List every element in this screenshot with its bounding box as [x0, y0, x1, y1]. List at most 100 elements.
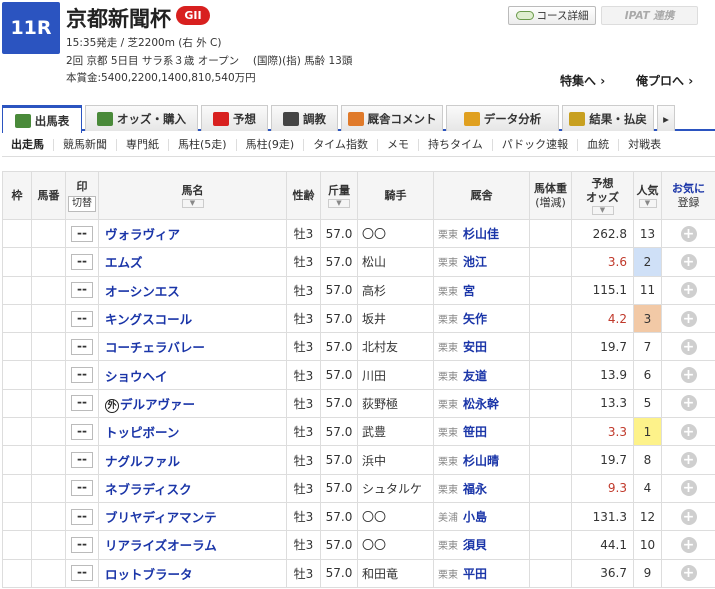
add-favorite-icon[interactable]: +	[680, 508, 697, 525]
mark-select[interactable]: --	[71, 310, 93, 327]
sort-dropdown-icon[interactable]: ▼	[591, 205, 614, 215]
sort-dropdown-icon[interactable]: ▼	[638, 198, 657, 208]
col-weight[interactable]: 斤量 ▼	[320, 171, 358, 220]
mark-select[interactable]: --	[71, 565, 93, 582]
add-favorite-icon[interactable]: +	[680, 423, 697, 440]
more-tabs-icon[interactable]: ▸	[657, 105, 675, 131]
trainer-name-link[interactable]: 須貝	[463, 538, 487, 552]
add-favorite-icon[interactable]: +	[680, 367, 697, 384]
mark-select[interactable]: --	[71, 452, 93, 469]
mark-select[interactable]: --	[71, 282, 93, 299]
trainer-name-link[interactable]: 杉山佳	[463, 227, 499, 241]
subtab-8[interactable]: パドック速報	[491, 138, 577, 151]
mark-select[interactable]: --	[71, 508, 93, 525]
tab-icon	[283, 111, 299, 126]
horse-name-link[interactable]: コーチェラバレー	[105, 340, 205, 355]
trainer-name-link[interactable]: 平田	[463, 567, 487, 581]
subtab-10[interactable]: 対戦表	[618, 138, 670, 151]
tab-1[interactable]: オッズ・購入	[85, 105, 198, 131]
jockey-cell[interactable]: 松山	[357, 247, 434, 277]
mark-select[interactable]: --	[71, 338, 93, 355]
ipat-button[interactable]: IPAT 連携	[601, 6, 698, 25]
popularity-cell: 1	[633, 417, 662, 447]
trainer-name-link[interactable]: 宮	[463, 284, 475, 298]
mark-select[interactable]: --	[71, 225, 93, 242]
add-favorite-icon[interactable]: +	[680, 310, 697, 327]
subtab-3[interactable]: 馬柱(5走)	[168, 138, 236, 151]
subtab-5[interactable]: タイム指数	[303, 138, 377, 151]
trainer-name-link[interactable]: 杉山晴	[463, 454, 499, 468]
add-favorite-icon[interactable]: +	[680, 452, 697, 469]
trainer-name-link[interactable]: 福永	[463, 482, 487, 496]
horse-name-link[interactable]: リアライズオーラム	[105, 538, 217, 553]
add-favorite-icon[interactable]: +	[680, 253, 697, 270]
trainer-name-link[interactable]: 安田	[463, 340, 487, 354]
mark-select[interactable]: --	[71, 395, 93, 412]
jockey-cell[interactable]: シュタルケ	[357, 473, 434, 503]
horse-name-link[interactable]: デルアヴァー	[120, 397, 195, 412]
tab-5[interactable]: データ分析	[446, 105, 559, 131]
jockey-cell[interactable]: 〇〇	[357, 218, 434, 249]
mark-select[interactable]: --	[71, 367, 93, 384]
tab-4[interactable]: 厩舎コメント	[341, 105, 443, 131]
trainer-name-link[interactable]: 笹田	[463, 425, 487, 439]
ore-pro-link[interactable]: 俺プロへ ›	[636, 72, 693, 89]
jockey-cell[interactable]: 川田	[357, 360, 434, 390]
jockey-cell[interactable]: 〇〇	[357, 501, 434, 532]
horse-name-link[interactable]: ショウヘイ	[105, 369, 168, 384]
sort-dropdown-icon[interactable]: ▼	[328, 198, 350, 208]
add-favorite-icon[interactable]: +	[680, 225, 697, 242]
mark-select[interactable]: --	[71, 480, 93, 497]
horse-name-link[interactable]: エムズ	[105, 255, 143, 270]
subtab-6[interactable]: メモ	[376, 138, 418, 151]
col-odds[interactable]: 予想 オッズ ▼	[571, 171, 634, 220]
trainer-name-link[interactable]: 池江	[463, 255, 487, 269]
course-detail-button[interactable]: コース詳細	[508, 6, 596, 25]
jockey-cell[interactable]: 高杉	[357, 275, 434, 305]
trainer-name-link[interactable]: 松永幹	[463, 397, 499, 411]
subtab-9[interactable]: 血統	[577, 138, 618, 151]
horse-name-link[interactable]: キングスコール	[105, 312, 192, 327]
add-favorite-icon[interactable]: +	[680, 480, 697, 497]
add-favorite-icon[interactable]: +	[680, 395, 697, 412]
tab-6[interactable]: 結果・払戻	[562, 105, 654, 131]
mark-switch-button[interactable]: 切替	[68, 195, 96, 212]
horse-name-link[interactable]: ブリヤディアマンテ	[105, 510, 217, 525]
jockey-cell[interactable]: 北村友	[357, 332, 434, 362]
jockey-cell[interactable]: 武豊	[357, 417, 434, 447]
mark-select[interactable]: --	[71, 423, 93, 440]
mark-select[interactable]: --	[71, 536, 93, 553]
horse-name-link[interactable]: ネブラディスク	[105, 482, 192, 497]
col-pop[interactable]: 人気 ▼	[633, 171, 662, 220]
add-favorite-icon[interactable]: +	[680, 536, 697, 553]
jockey-cell[interactable]: 坂井	[357, 303, 434, 334]
special-link[interactable]: 特集へ ›	[560, 72, 605, 89]
tab-0[interactable]: 出馬表	[2, 105, 82, 133]
mark-select[interactable]: --	[71, 253, 93, 270]
subtab-7[interactable]: 持ちタイム	[417, 138, 492, 151]
subtab-2[interactable]: 専門紙	[116, 138, 168, 151]
tab-2[interactable]: 予想	[201, 105, 268, 131]
add-favorite-icon[interactable]: +	[680, 338, 697, 355]
favorite-cell: +	[661, 530, 715, 560]
jockey-cell[interactable]: 〇〇	[357, 530, 434, 560]
add-favorite-icon[interactable]: +	[680, 282, 697, 299]
subtab-0[interactable]: 出走馬	[2, 138, 53, 151]
add-favorite-icon[interactable]: +	[680, 565, 697, 582]
trainer-name-link[interactable]: 友道	[463, 369, 487, 383]
horse-name-link[interactable]: ヴォラヴィア	[105, 227, 180, 242]
horse-name-link[interactable]: ロットブラータ	[105, 567, 193, 582]
trainer-name-link[interactable]: 小島	[463, 510, 487, 524]
trainer-name-link[interactable]: 矢作	[463, 312, 487, 326]
horse-name-link[interactable]: トッピボーン	[105, 425, 179, 440]
subtab-1[interactable]: 競馬新聞	[53, 138, 116, 151]
subtab-4[interactable]: 馬柱(9走)	[235, 138, 304, 151]
tab-3[interactable]: 調教	[271, 105, 338, 131]
col-horse[interactable]: 馬名 ▼	[98, 171, 287, 220]
jockey-cell[interactable]: 浜中	[357, 445, 434, 475]
jockey-cell[interactable]: 荻野極	[357, 388, 434, 419]
sort-dropdown-icon[interactable]: ▼	[181, 198, 204, 208]
horse-name-link[interactable]: オーシンエス	[105, 284, 180, 299]
jockey-cell[interactable]: 和田竜	[357, 558, 434, 588]
horse-name-link[interactable]: ナグルファル	[105, 454, 180, 469]
